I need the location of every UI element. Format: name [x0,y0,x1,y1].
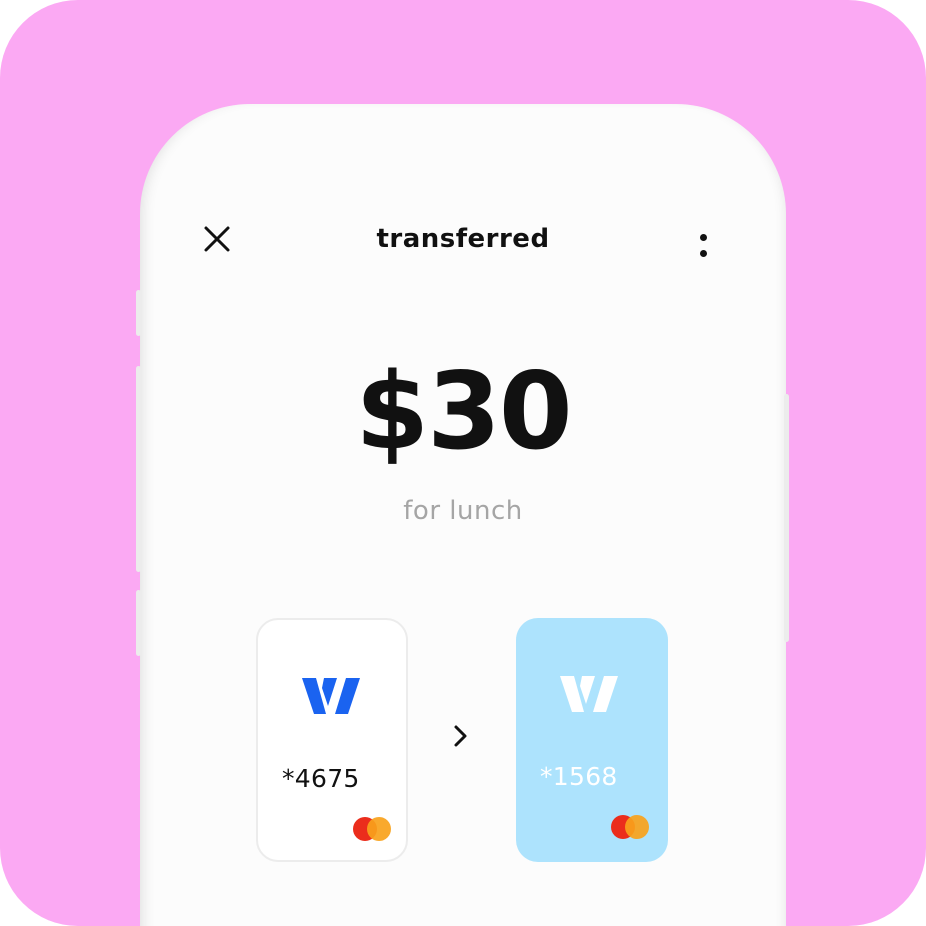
top-bar: transferred [140,210,786,260]
destination-card[interactable]: *1568 [516,618,668,862]
more-options-button[interactable] [688,220,718,260]
phone-side-button [136,590,141,656]
background: transferred $30 for lunch *4675 *1568 [0,0,926,926]
w-logo-icon [560,676,618,712]
mastercard-icon [353,817,391,841]
phone-frame: transferred $30 for lunch *4675 *1568 [136,104,789,926]
card-number: *4675 [282,764,360,793]
chevron-right-icon [454,725,467,747]
transfer-amount: $30 [355,350,572,473]
mastercard-icon [611,815,649,839]
source-card[interactable]: *4675 [256,618,408,862]
transfer-note: for lunch [403,496,523,526]
more-vertical-icon-dot [700,250,707,257]
phone-side-button [136,290,141,336]
card-number: *1568 [540,762,618,791]
transfer-arrow [446,718,476,754]
w-logo-icon [302,678,360,714]
more-vertical-icon [700,234,707,241]
